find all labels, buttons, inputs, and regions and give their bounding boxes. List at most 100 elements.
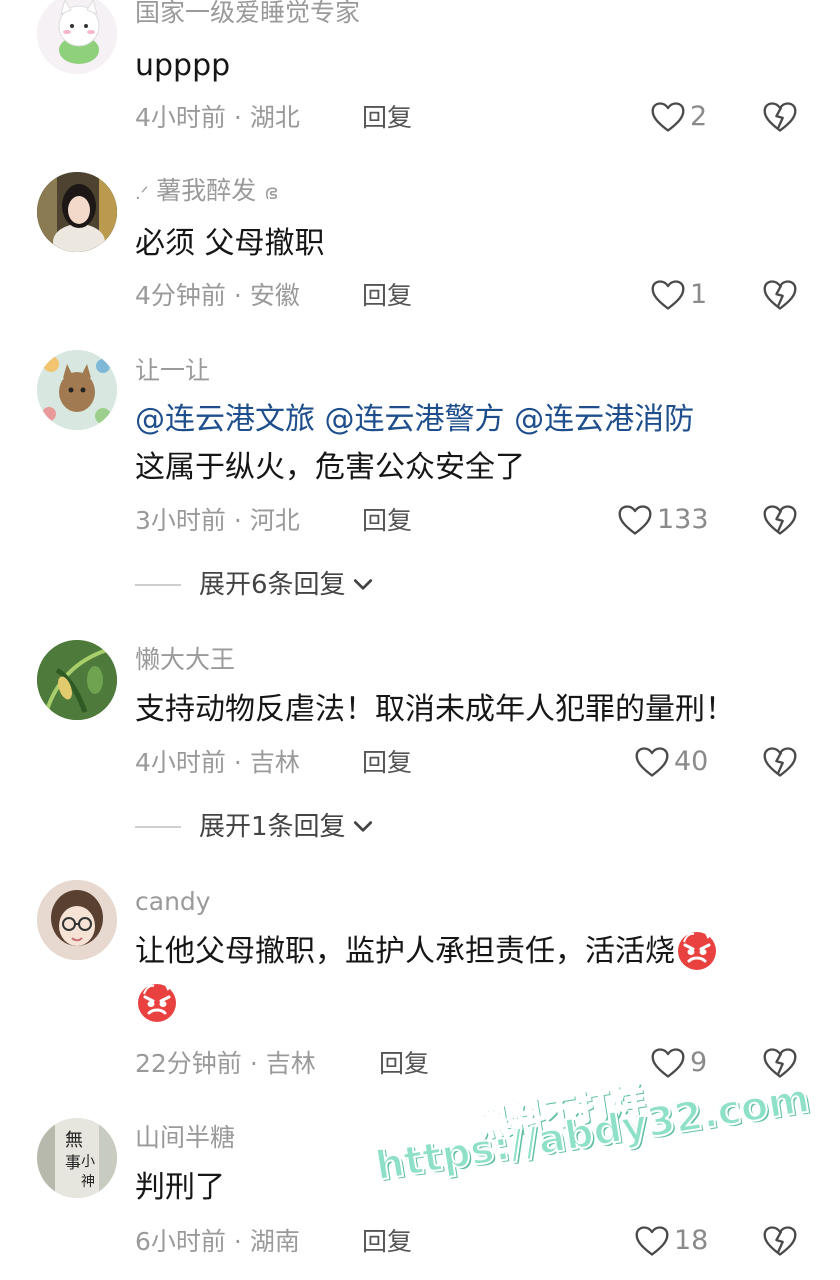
comment-time: 4分钟前	[135, 281, 226, 310]
broken-heart-icon	[762, 503, 798, 537]
broken-heart-icon	[762, 1224, 798, 1258]
avatar[interactable]	[37, 640, 117, 720]
comment-time: 22分钟前	[135, 1049, 242, 1078]
comment-time: 3小时前	[135, 506, 226, 535]
comment-location: 河北	[249, 506, 300, 535]
dislike-button[interactable]	[762, 1224, 798, 1262]
avatar[interactable]	[37, 172, 117, 252]
meta-separator: ·	[233, 1227, 242, 1256]
chevron-down-icon	[352, 819, 374, 835]
username-suffix: ഭ	[264, 180, 278, 204]
heart-outline-icon	[617, 503, 653, 537]
divider	[135, 826, 181, 828]
like-button[interactable]: 133	[617, 503, 709, 537]
expand-replies-label: 展开6条回复	[199, 570, 346, 600]
comment-time: 4小时前	[135, 748, 226, 777]
comment-location: 吉林	[265, 1049, 316, 1078]
like-button[interactable]: 18	[634, 1224, 708, 1258]
reply-button[interactable]: 回复	[362, 281, 412, 311]
reply-button[interactable]: 回复	[362, 506, 412, 536]
like-button[interactable]: 2	[650, 100, 707, 134]
comment-time: 4小时前	[135, 103, 226, 132]
meta-separator: ·	[249, 1049, 258, 1078]
girl-avatar-image	[37, 172, 117, 252]
dislike-button[interactable]	[762, 100, 798, 138]
comment-location: 湖南	[249, 1227, 300, 1256]
cat-avatar-image	[37, 0, 117, 74]
angry-face-icon	[135, 980, 179, 1024]
expand-replies-label: 展开1条回复	[199, 812, 346, 842]
comment-text: upppp	[135, 48, 231, 83]
mention-link[interactable]: @连云港消防	[514, 402, 694, 437]
expand-replies-button[interactable]: 展开6条回复	[135, 570, 374, 600]
avatar[interactable]	[37, 0, 117, 74]
comment-location: 吉林	[249, 748, 300, 777]
like-count: 40	[674, 746, 709, 777]
comment-location: 湖北	[249, 103, 300, 132]
like-count: 18	[674, 1225, 709, 1256]
heart-outline-icon	[634, 1224, 670, 1258]
like-count: 2	[690, 101, 708, 132]
comment-text: 判刑了	[135, 1170, 225, 1205]
svg-text:神: 神	[81, 1174, 95, 1190]
cat-pattern-avatar-image	[37, 350, 117, 430]
comment-location: 安徽	[249, 281, 300, 310]
comment-time: 6小时前	[135, 1227, 226, 1256]
meta-separator: ·	[233, 748, 242, 777]
avatar[interactable]: 無 小 事 神	[37, 1118, 117, 1198]
leaf-avatar-image	[37, 640, 117, 720]
mention-link[interactable]: @连云港文旅	[135, 402, 315, 437]
calligraphy-avatar-image: 無 小 事 神	[37, 1118, 117, 1198]
dislike-button[interactable]	[762, 278, 798, 316]
like-count: 9	[690, 1047, 708, 1078]
comment-text: 支持动物反虐法！取消未成年人犯罪的量刑！	[135, 692, 735, 727]
username[interactable]: 国家一级爱睡觉专家	[135, 0, 360, 28]
avatar[interactable]	[37, 350, 117, 430]
reply-button[interactable]: 回复	[362, 748, 412, 778]
reply-button[interactable]: 回复	[362, 103, 412, 133]
username[interactable]: .ᐟ 薯我醉发 ഭ	[135, 176, 277, 209]
broken-heart-icon	[762, 745, 798, 779]
comment-text: 必须 父母撤职	[135, 226, 325, 261]
reply-button[interactable]: 回复	[379, 1049, 429, 1079]
comment-meta: 3小时前 · 河北	[135, 506, 300, 536]
broken-heart-icon	[762, 1046, 798, 1080]
comment-meta: 6小时前 · 湖南	[135, 1227, 300, 1257]
username[interactable]: 懒大大王	[135, 645, 235, 675]
comment-meta: 22分钟前 · 吉林	[135, 1049, 316, 1079]
comment-emoji-line	[135, 984, 179, 1024]
like-button[interactable]: 9	[650, 1046, 707, 1080]
dislike-button[interactable]	[762, 503, 798, 541]
meta-separator: ·	[233, 281, 242, 310]
username-decoration: .ᐟ	[135, 183, 149, 204]
reply-button[interactable]: 回复	[362, 1227, 412, 1257]
svg-text:事: 事	[65, 1153, 81, 1172]
girl-glasses-avatar-image	[37, 880, 117, 960]
heart-outline-icon	[634, 745, 670, 779]
heart-outline-icon	[650, 1046, 686, 1080]
like-button[interactable]: 1	[650, 278, 707, 312]
mention-link[interactable]: @连云港警方	[325, 402, 505, 437]
chevron-down-icon	[352, 577, 374, 593]
divider	[135, 584, 181, 586]
like-button[interactable]: 40	[634, 745, 708, 779]
comment-text-content: 让他父母撤职，监护人承担责任，活活烧	[135, 934, 675, 969]
avatar[interactable]	[37, 880, 117, 960]
username[interactable]: 山间半糖	[135, 1123, 235, 1153]
username[interactable]: 让一让	[135, 356, 210, 386]
meta-separator: ·	[233, 103, 242, 132]
username-text: 薯我醉发	[156, 176, 257, 205]
svg-text:無: 無	[65, 1130, 83, 1151]
like-count: 133	[657, 504, 709, 535]
dislike-button[interactable]	[762, 745, 798, 783]
broken-heart-icon	[762, 278, 798, 312]
comment-meta: 4分钟前 · 安徽	[135, 281, 300, 311]
like-count: 1	[690, 279, 708, 310]
heart-outline-icon	[650, 278, 686, 312]
svg-text:小: 小	[81, 1154, 95, 1170]
angry-face-icon	[675, 928, 719, 972]
heart-outline-icon	[650, 100, 686, 134]
username[interactable]: candy	[135, 887, 211, 917]
broken-heart-icon	[762, 100, 798, 134]
expand-replies-button[interactable]: 展开1条回复	[135, 812, 374, 842]
